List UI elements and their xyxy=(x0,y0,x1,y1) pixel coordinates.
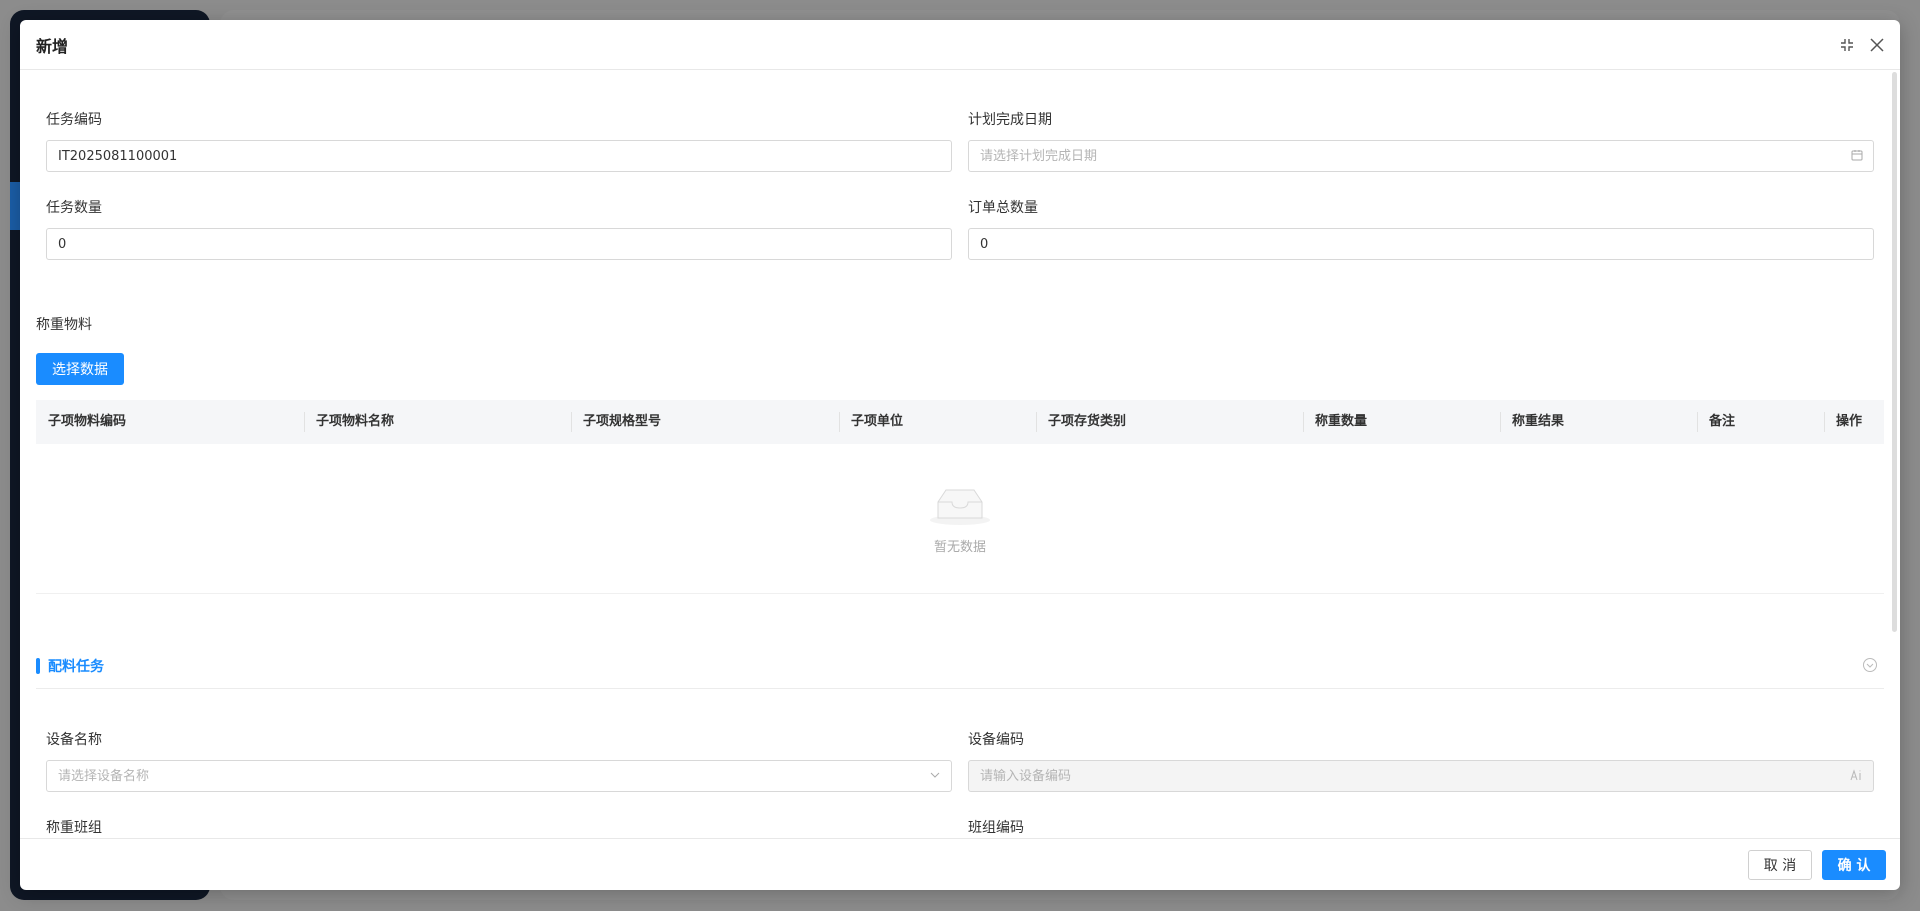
ai-icon xyxy=(1850,768,1864,782)
column-header[interactable]: 子项物料名称 xyxy=(304,400,571,444)
task-qty-input[interactable] xyxy=(46,228,952,260)
task-form: 任务编码 计划完成日期 任务数量 xyxy=(46,106,1876,282)
task-qty-field: 任务数量 xyxy=(46,194,952,282)
batching-task-title: 配料任务 xyxy=(48,659,104,675)
modal-footer: 取 消 确 认 xyxy=(20,838,1900,890)
chevron-down-icon xyxy=(928,768,942,782)
column-header[interactable]: 备注 xyxy=(1697,400,1824,444)
weighing-table: 子项物料编码 子项物料名称 子项规格型号 子项单位 子项存货类别 称重数量 称重… xyxy=(36,400,1884,594)
device-name-field: 设备名称 xyxy=(46,726,952,814)
order-total-qty-input[interactable] xyxy=(968,228,1874,260)
plan-date-label: 计划完成日期 xyxy=(968,112,1052,128)
column-header[interactable]: 称重数量 xyxy=(1303,400,1500,444)
collapse-circle-icon[interactable] xyxy=(1862,657,1878,673)
device-code-field: 设备编码 xyxy=(968,726,1874,814)
empty-box-icon xyxy=(930,489,990,525)
order-total-qty-field: 订单总数量 xyxy=(968,194,1874,282)
device-code-label: 设备编码 xyxy=(968,732,1024,748)
add-modal: 新增 任务编码 计划完成日期 xyxy=(20,20,1900,890)
column-header[interactable]: 子项规格型号 xyxy=(571,400,839,444)
close-icon[interactable] xyxy=(1868,36,1886,54)
empty-text: 暂无数据 xyxy=(933,540,986,555)
empty-state: 暂无数据 xyxy=(928,484,992,555)
device-name-label: 设备名称 xyxy=(46,732,102,748)
section-accent-bar xyxy=(36,658,40,674)
weighing-material-label: 称重物料 xyxy=(36,317,92,333)
cancel-button[interactable]: 取 消 xyxy=(1748,849,1812,880)
modal-title: 新增 xyxy=(36,36,69,56)
column-header[interactable]: 子项存货类别 xyxy=(1036,400,1303,444)
team-code-label: 班组编码 xyxy=(968,820,1024,836)
column-header[interactable]: 操作 xyxy=(1824,400,1884,444)
team-code-field: 班组编码 xyxy=(968,814,1874,838)
task-code-label: 任务编码 xyxy=(46,112,102,128)
weigh-team-field: 称重班组 xyxy=(46,814,952,838)
task-code-input[interactable] xyxy=(46,140,952,172)
select-data-button[interactable]: 选择数据 xyxy=(36,353,124,385)
table-body: 暂无数据 xyxy=(36,444,1884,594)
plan-date-field: 计划完成日期 xyxy=(968,106,1874,194)
device-name-select[interactable] xyxy=(46,760,952,792)
weigh-team-label: 称重班组 xyxy=(46,820,102,836)
device-code-input[interactable] xyxy=(968,760,1874,792)
column-header[interactable]: 子项单位 xyxy=(839,400,1036,444)
compress-icon[interactable] xyxy=(1838,36,1856,54)
calendar-icon xyxy=(1850,148,1864,162)
batching-task-section[interactable]: 配料任务 xyxy=(36,656,104,676)
plan-date-input[interactable] xyxy=(968,140,1874,172)
task-code-field: 任务编码 xyxy=(46,106,952,194)
modal-scrollbar[interactable] xyxy=(1892,72,1897,632)
modal-body: 任务编码 计划完成日期 任务数量 xyxy=(20,70,1900,838)
order-total-qty-label: 订单总数量 xyxy=(968,200,1038,216)
column-header[interactable]: 称重结果 xyxy=(1500,400,1697,444)
modal-header: 新增 xyxy=(20,20,1900,70)
confirm-button[interactable]: 确 认 xyxy=(1822,849,1886,880)
table-header: 子项物料编码 子项物料名称 子项规格型号 子项单位 子项存货类别 称重数量 称重… xyxy=(36,400,1884,444)
section-divider xyxy=(36,688,1884,689)
task-qty-label: 任务数量 xyxy=(46,200,102,216)
column-header[interactable]: 子项物料编码 xyxy=(36,400,304,444)
batching-form: 设备名称 设备编码 称重班组 xyxy=(46,726,1876,838)
